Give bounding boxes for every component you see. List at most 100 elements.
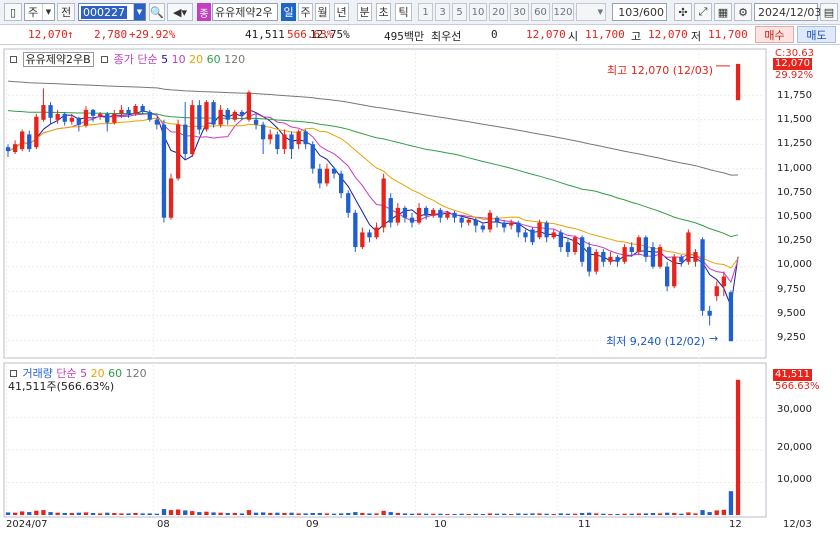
sell-button[interactable]: 매도 xyxy=(797,26,836,43)
low-price: 11,700 xyxy=(708,28,748,41)
volume-bar xyxy=(154,513,159,515)
candle-body xyxy=(416,207,422,223)
interval-button-5[interactable]: 5 xyxy=(452,3,467,21)
candle-body xyxy=(551,232,556,238)
volume-bar xyxy=(622,513,627,515)
candle-body xyxy=(395,207,400,223)
volume-bar xyxy=(55,512,60,515)
y-tick: 11,750 xyxy=(777,90,812,101)
volume-bar xyxy=(466,514,471,515)
candle-body xyxy=(176,124,181,179)
search-icon[interactable]: 🔍 xyxy=(149,3,165,21)
price-change-pct: +29.92% xyxy=(129,28,176,41)
grid-icon[interactable]: ▦ xyxy=(714,3,732,21)
volume-bar xyxy=(303,513,308,515)
candle-body xyxy=(246,92,252,120)
candle-body xyxy=(622,247,627,262)
interval-button-10[interactable]: 10 xyxy=(469,3,487,21)
period-button-month[interactable]: 월 xyxy=(315,3,330,21)
candle-body xyxy=(544,222,549,238)
candle-body xyxy=(232,111,237,120)
volume-bar xyxy=(487,513,493,515)
checkbox-icon[interactable] xyxy=(101,56,109,63)
market-select[interactable]: 주 ▼ xyxy=(24,3,55,21)
period-button-day[interactable]: 일 xyxy=(281,3,296,21)
chart-canvas[interactable] xyxy=(0,45,840,537)
volume-bar xyxy=(650,513,656,515)
volume-bar xyxy=(459,513,464,515)
volume-bar xyxy=(572,513,578,515)
volume-bar xyxy=(20,511,25,515)
candle-body xyxy=(353,212,358,248)
volume-bar xyxy=(140,513,145,515)
candle-body xyxy=(69,117,74,122)
volume-bar xyxy=(686,512,691,515)
volume-bar xyxy=(76,512,81,515)
crosshair-icon[interactable]: ✣ xyxy=(674,3,692,21)
volume-bar xyxy=(317,513,322,515)
interval-button-30[interactable]: 30 xyxy=(510,3,529,21)
period-button-year[interactable]: 년 xyxy=(334,3,349,21)
expand-icon[interactable]: ⤢ xyxy=(694,3,712,21)
candle-body xyxy=(530,229,535,243)
period-button-week[interactable]: 주 xyxy=(298,3,313,21)
candle-body xyxy=(452,212,457,218)
interval-button-120[interactable]: 120 xyxy=(552,3,574,21)
volume-bar xyxy=(565,513,571,515)
candle-body xyxy=(367,232,372,238)
candle-body xyxy=(48,105,53,118)
candle-body xyxy=(565,242,571,252)
sound-icon[interactable]: ◀▾ xyxy=(167,3,193,21)
candle-body xyxy=(140,106,145,112)
y-tick: 9,750 xyxy=(777,284,806,295)
y-tick: 10,750 xyxy=(777,187,812,198)
volume-bar xyxy=(112,513,117,515)
volume-bar xyxy=(629,513,634,515)
volume-bar xyxy=(643,513,648,515)
volume-bar xyxy=(232,513,237,515)
candle-body xyxy=(168,178,174,218)
checkbox-icon[interactable] xyxy=(10,370,17,377)
candle-body xyxy=(665,266,670,287)
volume-bar xyxy=(161,509,167,515)
checkbox-icon[interactable] xyxy=(10,56,17,63)
interval-button-3[interactable]: 3 xyxy=(435,3,450,21)
volume-bar xyxy=(636,513,641,515)
gear-icon[interactable]: ⚙ xyxy=(734,3,752,21)
buy-button[interactable]: 매수 xyxy=(755,26,794,43)
volume-bar xyxy=(516,513,521,515)
stock-code-input[interactable]: 000227 ▼ xyxy=(78,3,146,21)
candle-body xyxy=(537,222,542,238)
candle-body xyxy=(282,134,287,150)
count-field[interactable]: 103/600 xyxy=(612,3,667,21)
candle-body xyxy=(190,105,195,155)
candle-body xyxy=(438,209,443,218)
x-tick: 12 xyxy=(729,519,742,530)
candle-body xyxy=(27,134,32,150)
scope-button[interactable]: 전 xyxy=(57,3,75,21)
x-tick: 12/03 xyxy=(783,519,812,530)
interval-button-1[interactable]: 1 xyxy=(418,3,433,21)
calendar-icon[interactable]: ▤ xyxy=(820,3,838,21)
volume-bar xyxy=(402,513,408,515)
date-field[interactable]: 2024/12/03 xyxy=(754,3,821,21)
candle-body xyxy=(133,106,138,114)
period-button-tick[interactable]: 틱 xyxy=(395,3,412,21)
x-tick: 10 xyxy=(434,519,447,530)
y-tick: 10,000 xyxy=(777,474,812,485)
candle-body xyxy=(183,124,188,154)
interval-button-20[interactable]: 20 xyxy=(489,3,508,21)
y-tick: 10,000 xyxy=(777,259,812,270)
volume-bar xyxy=(197,512,202,515)
period-button-minute[interactable]: 분 xyxy=(357,3,372,21)
candle-body xyxy=(636,237,641,252)
period-button-second[interactable]: 초 xyxy=(376,3,391,21)
candle-body xyxy=(558,232,563,248)
y-tick: 10,500 xyxy=(777,211,812,222)
interval-button-60[interactable]: 60 xyxy=(531,3,550,21)
interval-select[interactable]: ▼ xyxy=(576,3,606,21)
volume-bar xyxy=(225,513,230,515)
candle-body xyxy=(197,105,202,130)
chart-area[interactable]: 유유제약2우B 종가 단순 5 10 20 60 120 최고 12,070 (… xyxy=(0,45,840,537)
chart-menu-icon[interactable]: ▯ xyxy=(4,3,22,21)
